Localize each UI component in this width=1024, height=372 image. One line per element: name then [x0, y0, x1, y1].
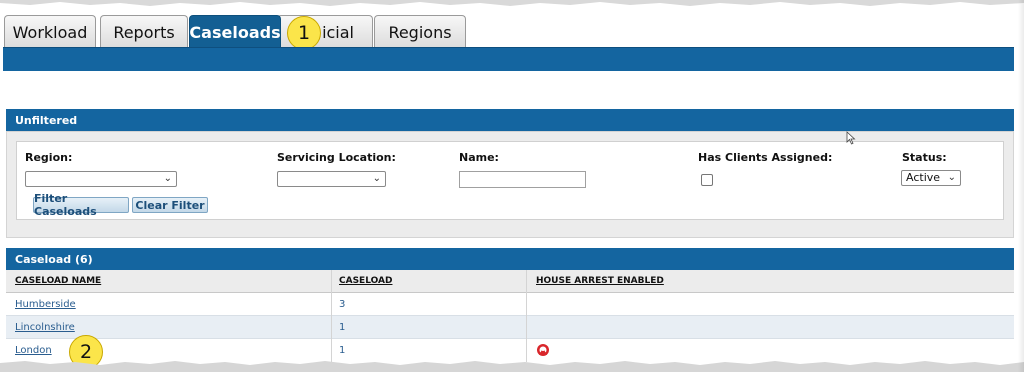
- filter-panel: Region: ⌄ Servicing Location: ⌄ Name: Ha…: [6, 131, 1014, 238]
- tab-caseloads[interactable]: Caseloads: [189, 15, 281, 48]
- caseload-count: 3: [339, 299, 346, 310]
- app-window: Workload Reports icial Caseloads Regions…: [0, 0, 1024, 372]
- column-header-house-arrest[interactable]: HOUSE ARREST ENABLED: [536, 276, 664, 286]
- caseload-name-link[interactable]: Lincolnshire: [15, 322, 75, 333]
- table-row: Humberside 3: [6, 293, 1014, 316]
- servicing-location-label: Servicing Location:: [277, 151, 396, 164]
- caseload-panel-title: Caseload (6): [15, 253, 93, 266]
- filter-form: Region: ⌄ Servicing Location: ⌄ Name: Ha…: [16, 141, 1004, 220]
- filter-button-label: Filter Caseloads: [34, 192, 97, 218]
- chevron-down-icon: ⌄: [947, 172, 956, 183]
- table-row: Lincolnshire 1: [6, 316, 1014, 339]
- page-shadow: [1018, 0, 1024, 372]
- torn-paper-edge-top: [0, 0, 1024, 6]
- column-header-caseload[interactable]: CASELOAD: [339, 276, 392, 286]
- callout-number: 1: [297, 22, 311, 44]
- filter-panel-header: Unfiltered: [6, 109, 1014, 132]
- caseload-panel-header: Caseload (6): [6, 248, 1014, 271]
- torn-paper-edge-bottom: [0, 361, 1024, 372]
- name-label: Name:: [459, 151, 499, 164]
- tab-label: icial: [322, 22, 354, 42]
- caseload-count: 1: [339, 345, 346, 356]
- column-divider: [331, 270, 332, 293]
- tab-label: Workload: [12, 22, 88, 42]
- tab-label: Caseloads: [189, 22, 281, 42]
- status-select[interactable]: Active ⌄: [901, 170, 961, 186]
- table-row: London 1: [6, 339, 1014, 362]
- tab-reports[interactable]: Reports: [100, 15, 188, 48]
- caseload-name-link[interactable]: London: [15, 345, 52, 356]
- tab-content-header-bar: [3, 47, 1014, 71]
- column-header-caseload-name[interactable]: CASELOAD NAME: [15, 276, 101, 286]
- has-clients-checkbox[interactable]: [701, 174, 713, 186]
- tab-regions[interactable]: Regions: [374, 15, 466, 48]
- column-divider: [526, 316, 527, 339]
- column-divider: [526, 339, 527, 362]
- status-label: Status:: [902, 151, 947, 164]
- clear-button-label: Clear Filter: [135, 198, 205, 212]
- tab-label: Reports: [113, 22, 175, 42]
- region-label: Region:: [25, 151, 73, 164]
- chevron-down-icon: ⌄: [372, 173, 381, 184]
- caseload-table: CASELOAD NAME CASELOAD HOUSE ARREST ENAB…: [6, 270, 1014, 362]
- column-divider: [331, 293, 332, 316]
- table-header-row: CASELOAD NAME CASELOAD HOUSE ARREST ENAB…: [6, 270, 1014, 293]
- tab-label: Regions: [388, 22, 452, 42]
- callout-badge-1: 1: [287, 16, 321, 50]
- column-divider: [526, 293, 527, 316]
- tab-workload[interactable]: Workload: [4, 15, 96, 48]
- caseload-count: 1: [339, 322, 346, 333]
- has-clients-label: Has Clients Assigned:: [698, 151, 833, 164]
- mouse-cursor-icon: [846, 131, 856, 145]
- chevron-down-icon: ⌄: [163, 173, 172, 184]
- house-arrest-icon: [537, 344, 549, 356]
- servicing-location-select[interactable]: ⌄: [277, 171, 386, 187]
- caseload-name-link[interactable]: Humberside: [15, 299, 76, 310]
- clear-filter-button[interactable]: Clear Filter: [132, 197, 208, 213]
- name-input[interactable]: [459, 171, 586, 188]
- filter-caseloads-button[interactable]: Filter Caseloads: [33, 192, 129, 218]
- region-select[interactable]: ⌄: [25, 171, 177, 187]
- column-divider: [331, 339, 332, 362]
- column-divider: [526, 270, 527, 293]
- status-select-value: Active: [906, 171, 941, 184]
- column-divider: [331, 316, 332, 339]
- filter-panel-title: Unfiltered: [15, 114, 78, 127]
